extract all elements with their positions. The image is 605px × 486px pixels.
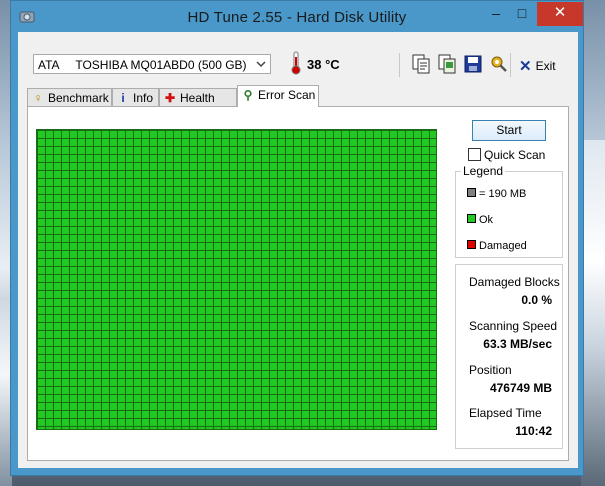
drive-name: TOSHIBA MQ01ABD0 (500 GB) bbox=[75, 58, 247, 72]
toolbar-separator bbox=[510, 53, 511, 77]
exit-button[interactable]: ✕ Exit bbox=[519, 57, 556, 75]
tab-error-scan[interactable]: ⚲ Error Scan bbox=[237, 85, 319, 107]
benchmark-icon: ♀ bbox=[33, 91, 43, 105]
tab-label: Health bbox=[180, 91, 215, 105]
block-map bbox=[36, 129, 437, 430]
tab-info[interactable]: i Info bbox=[112, 88, 159, 106]
thermometer-icon bbox=[291, 51, 301, 75]
checkbox-box[interactable] bbox=[468, 148, 481, 161]
title-bar[interactable]: HD Tune 2.55 - Hard Disk Utility – □ ✕ bbox=[11, 1, 583, 33]
quick-scan-label: Quick Scan bbox=[484, 148, 546, 162]
copy-screenshot-icon[interactable] bbox=[437, 53, 457, 75]
error-scan-panel: Start Quick Scan Legend = 190 MB Ok Dama… bbox=[27, 106, 569, 461]
damaged-swatch bbox=[467, 240, 476, 249]
block-swatch bbox=[467, 188, 476, 197]
legend-group: Legend = 190 MB Ok Damaged bbox=[455, 164, 563, 258]
quick-scan-checkbox[interactable]: Quick Scan bbox=[468, 148, 545, 162]
maximize-button[interactable]: □ bbox=[507, 2, 537, 26]
drive-interface: ATA TOSHIBA MQ01ABD0 (500 GB) bbox=[38, 58, 247, 72]
drive-select[interactable]: ATA TOSHIBA MQ01ABD0 (500 GB) bbox=[33, 54, 271, 74]
app-window: HD Tune 2.55 - Hard Disk Utility – □ ✕ A… bbox=[10, 0, 584, 476]
tab-label: Info bbox=[133, 91, 154, 105]
damaged-blocks-label: Damaged Blocks bbox=[469, 275, 560, 289]
position-value: 476749 MB bbox=[489, 381, 552, 395]
info-icon: i bbox=[121, 91, 125, 105]
tab-label: Benchmark bbox=[48, 91, 109, 105]
exit-icon: ✕ bbox=[519, 58, 532, 75]
elapsed-time-label: Elapsed Time bbox=[469, 406, 542, 420]
legend-title: Legend bbox=[461, 164, 506, 178]
damaged-blocks-value: 0.0 % bbox=[521, 293, 552, 307]
elapsed-time-value: 110:42 bbox=[515, 424, 552, 438]
legend-damaged: Damaged bbox=[467, 240, 527, 252]
health-icon: ✚ bbox=[164, 91, 176, 105]
exit-label: Exit bbox=[535, 59, 556, 73]
client-area: ATA TOSHIBA MQ01ABD0 (500 GB) 38 °C ✕ Ex… bbox=[18, 32, 578, 468]
background-mountain bbox=[581, 140, 605, 486]
legend-ok: Ok bbox=[467, 214, 493, 226]
temperature-readout: 38 °C bbox=[307, 57, 340, 72]
tab-label: Error Scan bbox=[258, 88, 316, 102]
tab-benchmark[interactable]: ♀ Benchmark bbox=[27, 88, 112, 106]
tab-health[interactable]: ✚ Health bbox=[159, 88, 237, 106]
save-icon[interactable] bbox=[463, 53, 483, 75]
toolbar-separator bbox=[399, 53, 400, 77]
scan-stats-group: Damaged Blocks 0.0 % Scanning Speed 63.3… bbox=[455, 264, 563, 449]
scanning-speed-value: 63.3 MB/sec bbox=[483, 337, 552, 351]
ok-swatch bbox=[467, 214, 476, 223]
options-icon[interactable] bbox=[489, 53, 509, 75]
chevron-down-icon bbox=[256, 61, 266, 68]
legend-block-size: = 190 MB bbox=[467, 188, 526, 200]
start-button[interactable]: Start bbox=[472, 120, 546, 141]
magnifier-icon: ⚲ bbox=[243, 88, 253, 102]
copy-text-icon[interactable] bbox=[411, 53, 431, 75]
scanning-speed-label: Scanning Speed bbox=[469, 319, 558, 333]
close-button[interactable]: ✕ bbox=[537, 2, 583, 26]
position-label: Position bbox=[469, 363, 512, 377]
